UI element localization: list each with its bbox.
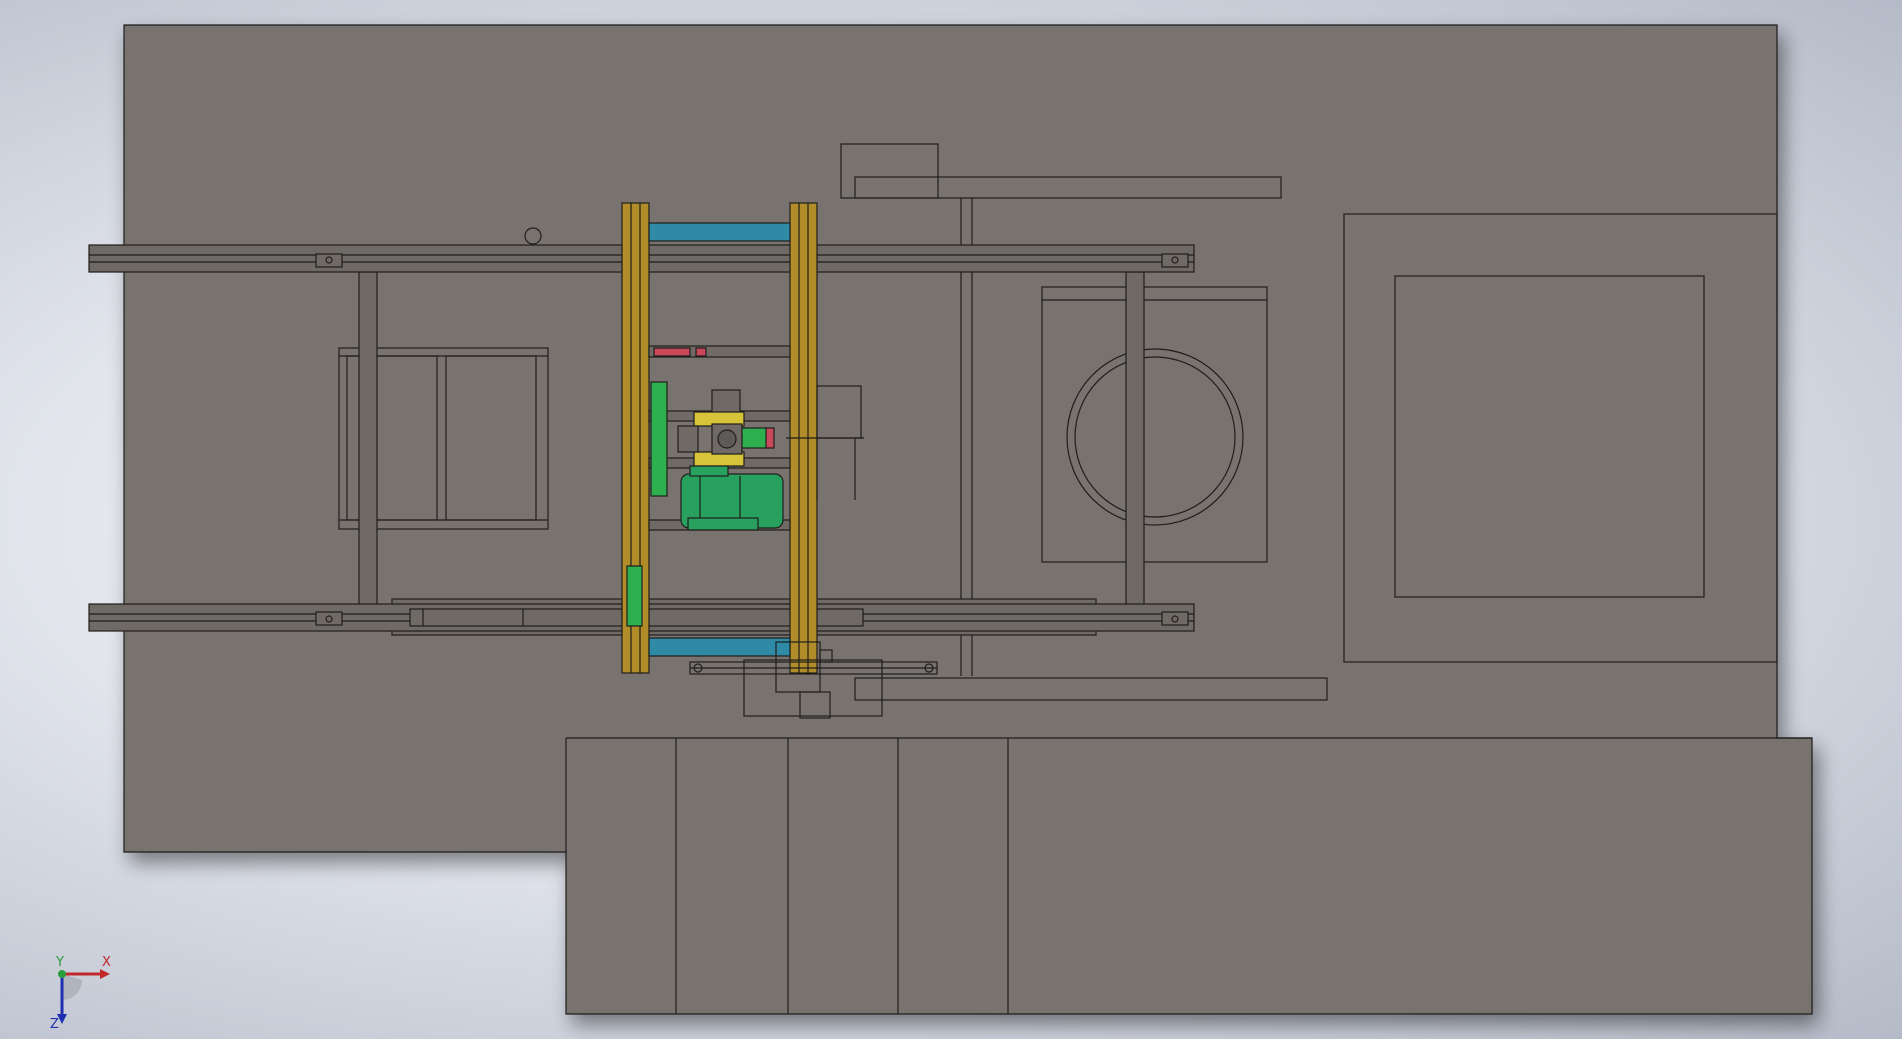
orientation-triad[interactable]: X Y Z — [48, 956, 118, 1028]
support-post-right — [1125, 271, 1145, 607]
drive-motor — [680, 465, 784, 531]
red-sensor — [653, 347, 691, 357]
blue-crossbar-bottom — [648, 637, 791, 657]
graphics-viewport[interactable]: X Y Z — [0, 0, 1902, 1039]
support-post-left — [358, 271, 378, 607]
blue-crossbar-top — [648, 222, 791, 242]
green-side-bracket — [650, 381, 668, 497]
green-slider — [626, 565, 643, 627]
cad-model-view[interactable] — [0, 0, 1902, 1039]
z-axis-label: Z — [50, 1017, 59, 1028]
x-axis-label: X — [102, 956, 111, 970]
y-axis-label: Y — [55, 956, 64, 970]
y-axis-point — [58, 970, 66, 978]
